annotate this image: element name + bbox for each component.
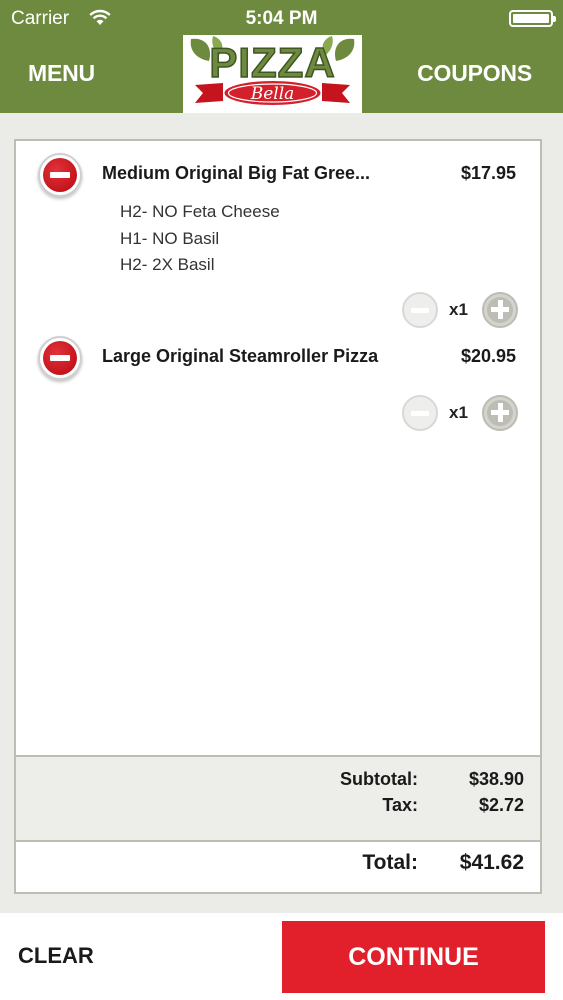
menu-button[interactable]: MENU	[28, 60, 95, 87]
app-header: Carrier 5:04 PM MENU PIZZA Bella COUPONS	[0, 0, 563, 113]
modifier-line: H2- NO Feta Cheese	[120, 202, 280, 221]
grand-total-row: Total: $41.62	[16, 842, 540, 892]
clear-button[interactable]: CLEAR	[18, 943, 94, 969]
item-name: Medium Original Big Fat Gree...	[102, 163, 371, 183]
subtotal-value: $38.90	[468, 769, 524, 789]
battery-icon	[509, 10, 556, 27]
decrease-quantity-button[interactable]	[402, 292, 438, 328]
coupons-button[interactable]: COUPONS	[417, 60, 532, 87]
footer-bar: CLEAR CONTINUE	[0, 913, 563, 1000]
increase-quantity-button[interactable]	[482, 395, 518, 431]
item-name: Large Original Steamroller Pizza	[102, 346, 379, 366]
remove-item-button[interactable]	[38, 153, 82, 197]
cart-items: Medium Original Big Fat Gree... $17.95 H…	[16, 141, 540, 755]
quantity-label: x1	[449, 300, 468, 319]
decrease-quantity-button[interactable]	[402, 395, 438, 431]
quantity-label: x1	[449, 403, 468, 422]
continue-button[interactable]: CONTINUE	[282, 921, 545, 993]
item-modifiers: H2- NO Feta Cheese H1- NO Basil H2- 2X B…	[120, 199, 280, 279]
clock: 5:04 PM	[245, 8, 318, 29]
item-price: $17.95	[460, 163, 516, 183]
tax-label: Tax:	[382, 795, 418, 815]
modifier-line: H1- NO Basil	[120, 228, 220, 248]
minus-icon	[411, 308, 429, 313]
modifier-line: H2- 2X Basil	[120, 255, 215, 274]
cart-panel: Medium Original Big Fat Gree... $17.95 H…	[14, 139, 542, 894]
status-bar: Carrier 5:04 PM	[0, 0, 563, 36]
minus-icon	[411, 411, 429, 416]
subtotal-label: Subtotal:	[340, 769, 418, 789]
totals-section: Subtotal: $38.90 Tax: $2.72	[16, 755, 540, 842]
total-label: Total:	[362, 851, 418, 874]
item-price: $20.95	[460, 346, 516, 366]
minus-icon	[50, 172, 70, 178]
tax-value: $2.72	[478, 795, 524, 815]
plus-icon	[487, 297, 513, 323]
logo-wordmark: PIZZA	[209, 38, 336, 87]
increase-quantity-button[interactable]	[482, 292, 518, 328]
total-value: $41.62	[459, 851, 524, 874]
pizza-bella-logo[interactable]: PIZZA Bella	[183, 35, 362, 113]
remove-item-button[interactable]	[38, 336, 82, 380]
logo-script: Bella	[250, 84, 295, 104]
minus-icon	[50, 355, 70, 361]
plus-icon	[487, 400, 513, 426]
